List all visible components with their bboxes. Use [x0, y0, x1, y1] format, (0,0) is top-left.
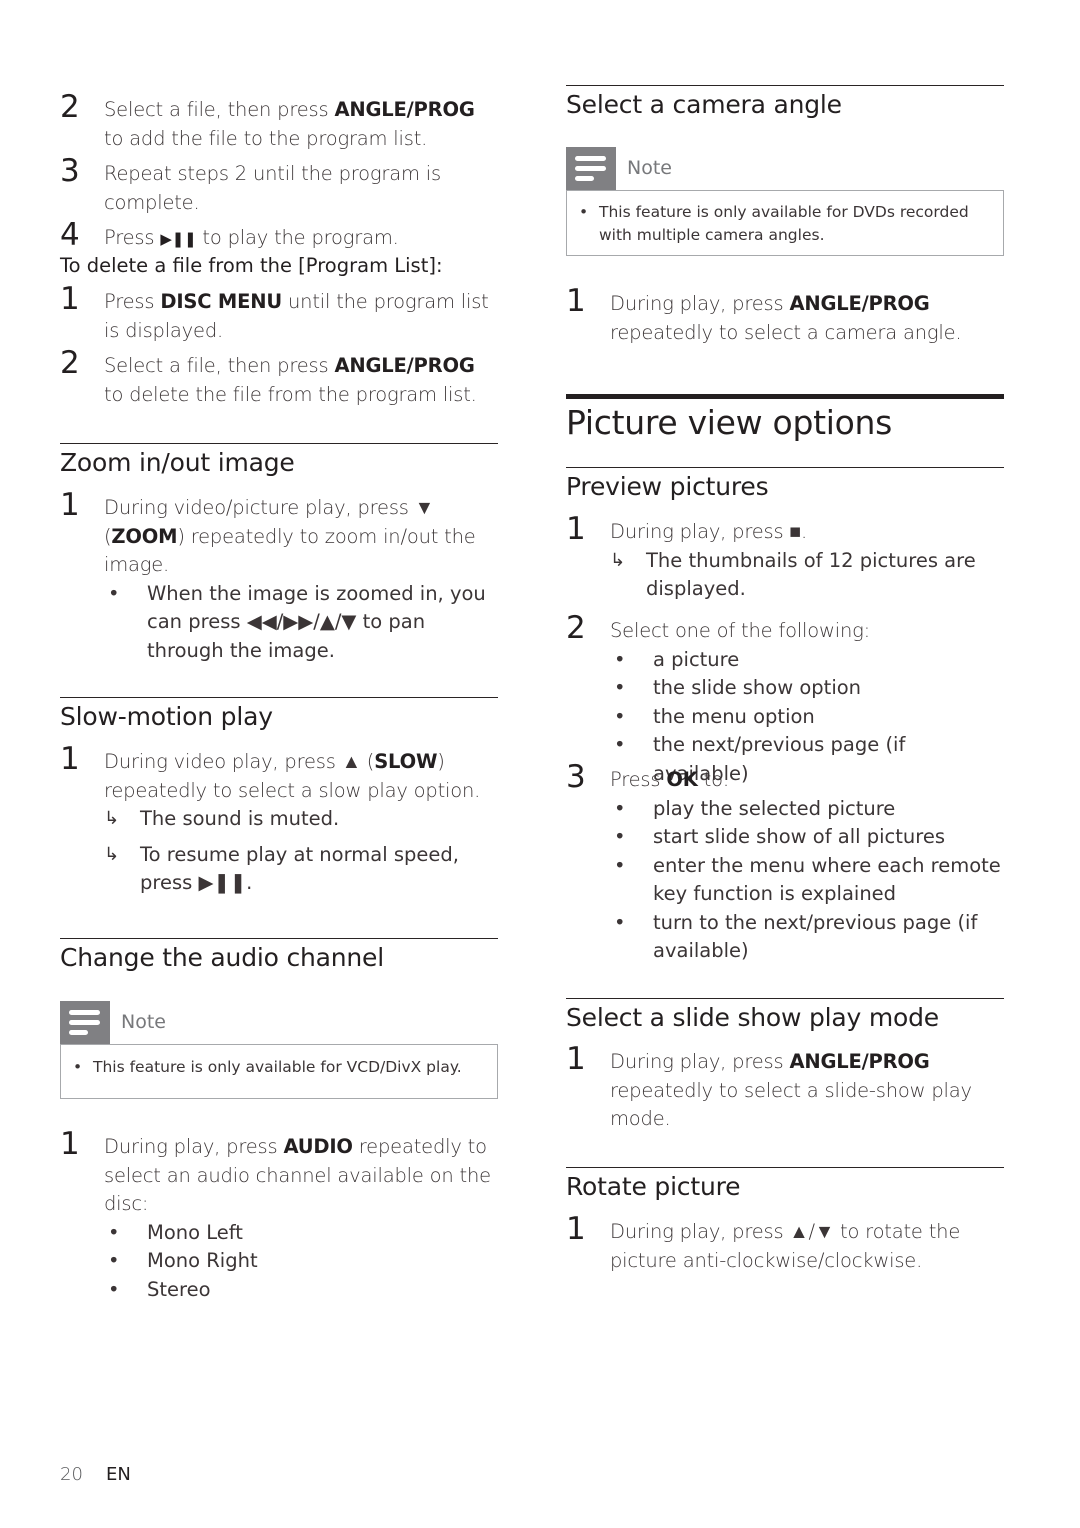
key-label: SLOW — [374, 750, 438, 773]
step-number: 3 — [566, 759, 586, 795]
section-divider — [566, 1167, 1004, 1168]
preview-step-3: 3 Press OK to: • play the selected pictur… — [566, 760, 1004, 966]
key-label: OK — [666, 768, 698, 791]
step-number: 1 — [566, 283, 586, 319]
section-divider — [60, 938, 498, 939]
bullet-item: • Stereo — [108, 1277, 211, 1301]
step-number: 1 — [60, 1126, 80, 1162]
play-pause-icon: ▶❚❚ — [160, 230, 197, 248]
rotate-step-1: 1 During play, press ▲/▼ to rotate the p… — [566, 1211, 961, 1272]
step-number: 1 — [566, 1211, 586, 1247]
result-arrow-icon: ↳ — [104, 808, 120, 829]
zoom-step-1: 1 During video/picture play, press ▼ (ZO… — [60, 488, 498, 665]
bullet-item: • play the selected picture — [614, 796, 896, 820]
key-label: ANGLE/PROG — [789, 1050, 930, 1073]
step-number: 2 — [566, 610, 586, 646]
delete-heading: To delete a file from the [Program List]… — [60, 254, 443, 277]
note-icon — [566, 147, 616, 190]
page-number: 20 — [60, 1464, 83, 1485]
note-label: Note — [627, 157, 672, 179]
section-divider — [60, 443, 498, 444]
section-divider — [566, 998, 1004, 999]
audio-step-1: 1 During play, press AUDIO repeatedly to… — [60, 1127, 498, 1304]
preview-step-1: 1 During play, press ■. ↳ The thumbnails … — [566, 512, 1004, 604]
result-arrow-icon: ↳ — [104, 843, 120, 865]
slideshow-heading: Select a slide show play mode — [566, 1003, 939, 1032]
preview-step-2: 2 Select one of the following: • a pictur… — [566, 611, 1004, 788]
chapter-divider — [566, 394, 1004, 399]
chapter-title: Picture view options — [566, 403, 892, 442]
step-number: 1 — [60, 741, 80, 777]
bullet-item: • a picture — [614, 647, 740, 671]
bullet-item: • enter the menu where each remote key fu… — [614, 853, 1001, 906]
bullet-item: • the slide show option — [614, 676, 862, 699]
camera-angle-heading: Select a camera angle — [566, 90, 842, 119]
key-label: ANGLE/PROG — [789, 292, 930, 315]
delete-step-1: 1 Press DISC MENU until the program list… — [60, 281, 489, 342]
result-item: ↳ The sound is muted. — [104, 805, 498, 834]
bullet-item: • turn to the next/previous page (if avai… — [614, 910, 978, 963]
bullet-item: • When the image is zoomed in, you can pr… — [108, 581, 486, 662]
camera-step-1: 1 During play, press ANGLE/PROG repeated… — [566, 283, 962, 344]
note-label: Note — [121, 1011, 166, 1033]
step-number: 1 — [60, 487, 80, 523]
step-number: 3 — [60, 153, 80, 189]
result-arrow-icon: ↳ — [610, 549, 626, 571]
note-box: • This feature is only available for DVDs… — [566, 190, 1004, 256]
section-divider — [566, 467, 1004, 468]
step-number: 4 — [60, 217, 80, 253]
key-label: AUDIO — [283, 1135, 353, 1158]
bullet-item: • the menu option — [614, 704, 815, 728]
delete-step-2: 2 Select a file, then press ANGLE/PROG t… — [60, 345, 477, 406]
rotate-heading: Rotate picture — [566, 1172, 741, 1201]
note-box: • This feature is only available for VCD/… — [60, 1044, 498, 1099]
slow-motion-heading: Slow-motion play — [60, 702, 273, 731]
step-number: 1 — [60, 281, 80, 317]
audio-heading: Change the audio channel — [60, 943, 384, 972]
bullet-item: • start slide show of all pictures — [614, 825, 946, 848]
language-label: EN — [106, 1464, 131, 1485]
program-step-3: 3 Repeat steps 2 until the program is co… — [60, 153, 441, 214]
note-icon — [60, 1001, 110, 1044]
step-number: 2 — [60, 345, 80, 381]
zoom-heading: Zoom in/out image — [60, 448, 295, 477]
preview-heading: Preview pictures — [566, 472, 769, 501]
result-item: ↳ To resume play at normal speed, press ▶… — [104, 842, 459, 895]
slideshow-step-1: 1 During play, press ANGLE/PROG repeated… — [566, 1041, 972, 1130]
section-divider — [566, 85, 1004, 86]
key-label: DISC MENU — [160, 290, 282, 313]
bullet-item: • Mono Left — [108, 1220, 243, 1244]
result-item: ↳ The thumbnails of 12 pictures are displ… — [610, 548, 976, 601]
slow-step-1: 1 During video play, press ▲ (SLOW) repe… — [60, 742, 498, 898]
program-step-4: 4 Press ▶❚❚ to play the program. — [60, 217, 399, 253]
step-number: 1 — [566, 1041, 586, 1077]
bullet-item: • Mono Right — [108, 1249, 258, 1272]
key-label: ANGLE/PROG — [334, 354, 475, 377]
key-label: ANGLE/PROG — [334, 98, 475, 121]
program-step-2: 2 Select a file, then press ANGLE/PROG t… — [60, 89, 475, 150]
step-number: 1 — [566, 511, 586, 547]
step-number: 2 — [60, 89, 80, 125]
key-label: ZOOM — [111, 524, 178, 548]
section-divider — [60, 697, 498, 698]
